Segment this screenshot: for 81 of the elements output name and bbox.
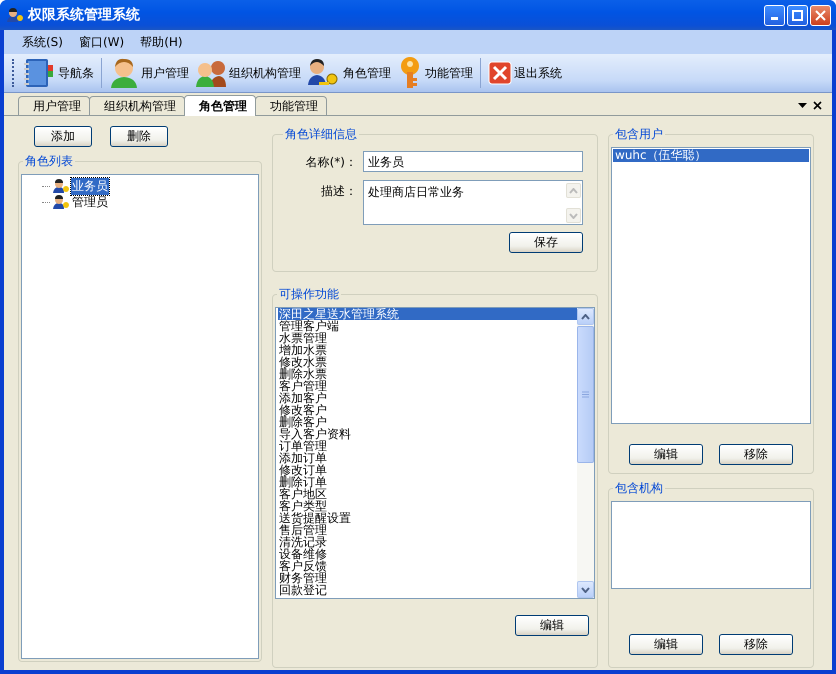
list-item[interactable]: 删除水票 (278, 368, 577, 380)
action-button[interactable]: 移除 (719, 634, 793, 655)
maximize-icon (792, 10, 803, 20)
list-item[interactable]: 管理客户端 (278, 320, 577, 332)
list-item[interactable]: 增加水票 (278, 344, 577, 356)
list-item[interactable]: 售后管理 (278, 524, 577, 536)
tab[interactable]: 用户管理 (18, 96, 90, 115)
list-item[interactable]: 修改客户 (278, 404, 577, 416)
list-item[interactable]: 客户反馈 (278, 560, 577, 572)
toolbar-button[interactable]: 功能管理 (394, 56, 476, 90)
save-button[interactable]: 保存 (509, 232, 583, 253)
list-item[interactable]: 删除订单 (278, 476, 577, 488)
list-box[interactable] (611, 501, 811, 589)
action-button[interactable]: 编辑 (629, 634, 703, 655)
group-title: 角色列表 (24, 153, 74, 170)
tab[interactable]: 组织机构管理 (89, 96, 185, 115)
group-title: 角色详细信息 (284, 126, 358, 143)
dropdown-icon[interactable] (798, 102, 807, 108)
person-key-icon (52, 194, 70, 210)
list-item[interactable]: 水票管理 (278, 332, 577, 344)
toolbar-button[interactable]: 用户管理 (106, 56, 192, 90)
list-item[interactable]: 订单管理 (278, 440, 577, 452)
list-item[interactable]: 导入客户资料 (278, 428, 577, 440)
caret-up-icon (569, 188, 578, 194)
list-item[interactable]: 客户地区 (278, 488, 577, 500)
list-item[interactable]: 添加订单 (278, 452, 577, 464)
caret-down-icon (569, 212, 578, 218)
group-title: 包含用户 (614, 126, 664, 143)
list-item[interactable]: 客户类型 (278, 500, 577, 512)
toolbar-button[interactable]: 组织机构管理 (192, 56, 304, 90)
maximize-button[interactable] (787, 4, 808, 26)
caret-down-icon (581, 586, 590, 592)
list-item[interactable]: 添加客户 (278, 392, 577, 404)
menu-item[interactable]: 窗口(W) (72, 32, 130, 52)
toolbar-button[interactable]: 角色管理 (304, 56, 394, 90)
menu-item[interactable]: 帮助(H) (134, 32, 189, 52)
list-item[interactable]: 修改水票 (278, 356, 577, 368)
close-icon[interactable] (813, 100, 822, 110)
field-label: 名称(*)： (304, 154, 357, 171)
menu-item[interactable]: 系统(S) (16, 32, 69, 52)
toolbar-button[interactable]: 导航条 (19, 56, 97, 90)
list-item[interactable]: 设备维修 (278, 548, 577, 560)
action-button[interactable]: 移除 (719, 444, 793, 465)
people-key-icon (6, 7, 24, 23)
edit-button[interactable]: 编辑 (515, 615, 589, 636)
window-title: 权限系统管理系统 (28, 6, 141, 24)
action-button[interactable]: 编辑 (629, 444, 703, 465)
list-item[interactable]: 客户管理 (278, 380, 577, 392)
list-item[interactable]: 删除客户 (278, 416, 577, 428)
list-item[interactable]: 清洗记录 (278, 536, 577, 548)
tab[interactable]: 功能管理 (255, 96, 327, 115)
caret-up-icon (581, 314, 590, 320)
name-field[interactable]: 业务员 (363, 151, 583, 172)
action-button[interactable]: 删除 (110, 126, 168, 147)
toolbar-button[interactable]: 退出系统 (485, 56, 565, 90)
people-icon (195, 58, 227, 88)
description-field[interactable]: 处理商店日常业务 (363, 180, 583, 225)
action-button[interactable]: 添加 (34, 126, 92, 147)
field-label: 描述： (320, 183, 357, 200)
list-item[interactable]: 送货提醒设置 (278, 512, 577, 524)
list-item[interactable]: wuhc（伍华聪） (613, 149, 809, 162)
grip-icon (582, 391, 589, 398)
list-item[interactable]: 财务管理 (278, 572, 577, 584)
tree-item[interactable]: 业务员 (71, 178, 109, 194)
close-icon (488, 61, 512, 85)
person-key-icon (52, 178, 70, 194)
person-icon (109, 57, 139, 89)
group-title: 包含机构 (614, 480, 664, 497)
list-item[interactable]: 修改订单 (278, 464, 577, 476)
list-item[interactable]: 回款登记 (278, 584, 577, 596)
tab[interactable]: 角色管理 (184, 95, 256, 116)
close-button[interactable] (810, 4, 831, 26)
book-icon (22, 57, 56, 89)
group-title: 可操作功能 (278, 286, 340, 303)
scrollbar[interactable] (577, 308, 594, 598)
role-tree[interactable]: 业务员 管理员 (21, 174, 259, 659)
tree-item[interactable]: 管理员 (71, 194, 109, 210)
close-icon (815, 10, 826, 20)
minimize-icon (771, 16, 778, 20)
list-item[interactable]: 深田之星送水管理系统 (278, 308, 577, 320)
minimize-button[interactable] (764, 4, 785, 26)
